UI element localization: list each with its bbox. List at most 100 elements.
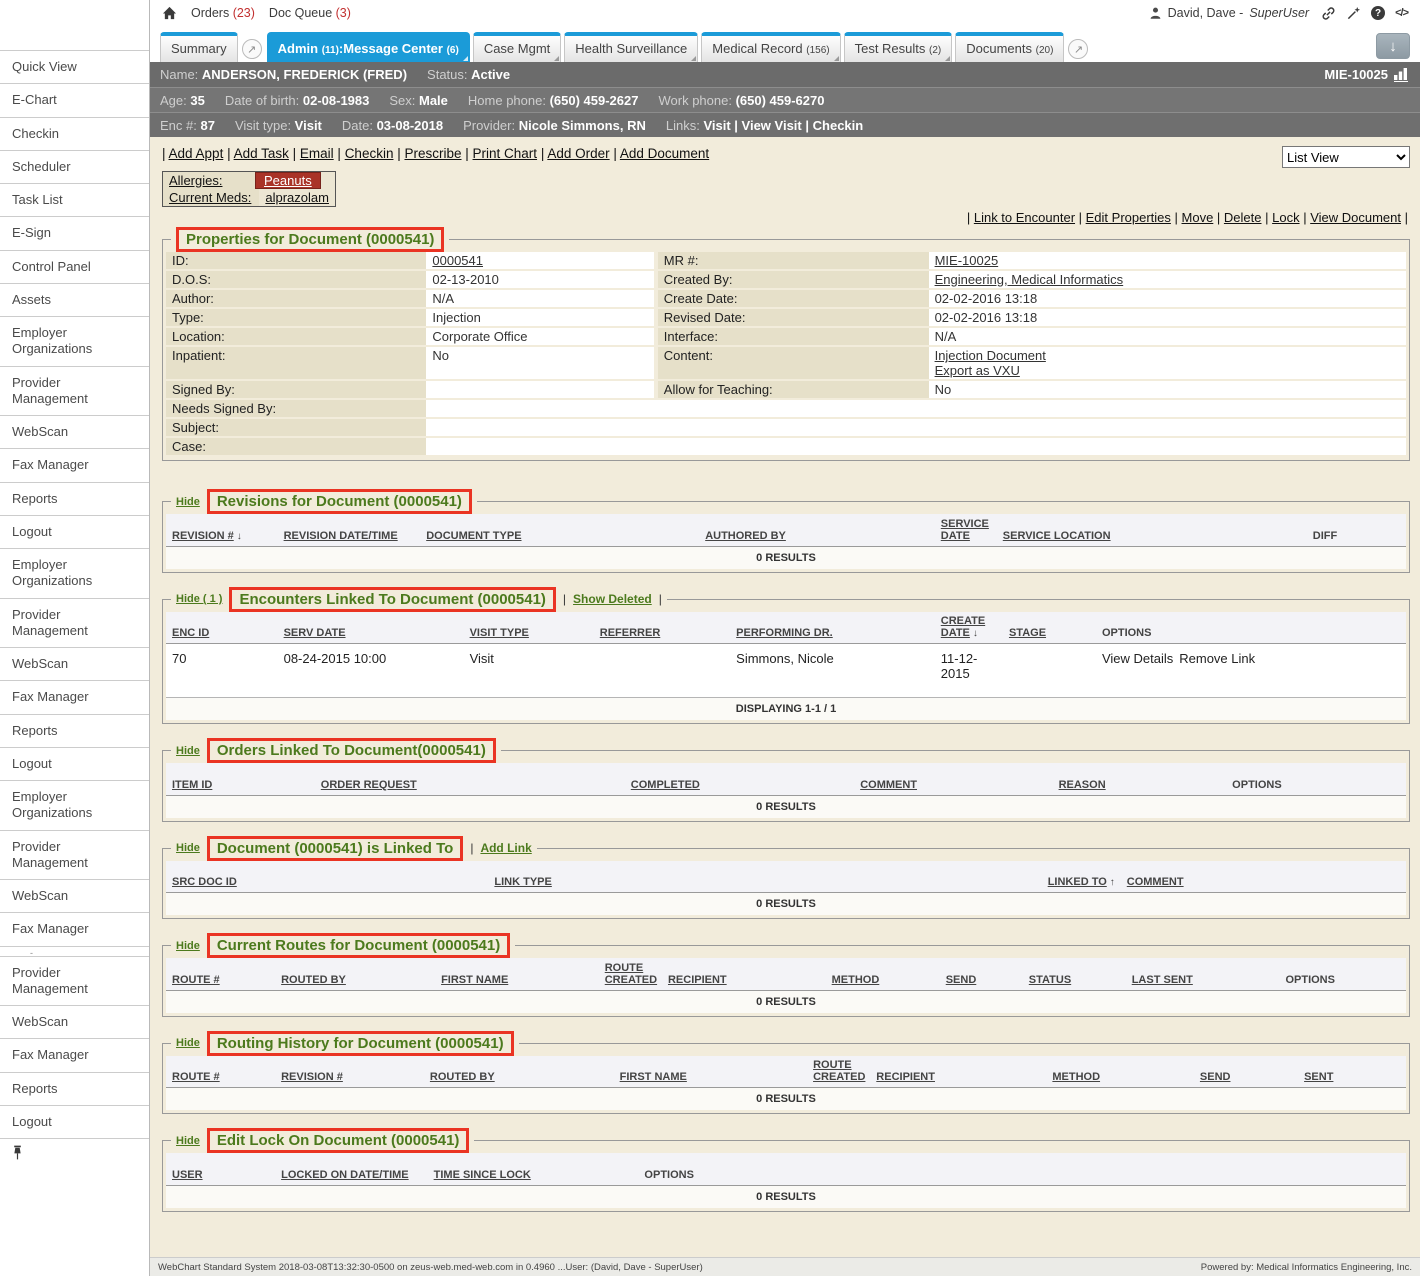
sidebar-item-scheduler[interactable]: Scheduler — [0, 150, 149, 183]
topbar-link-doc-queue[interactable]: Doc Queue (3) — [269, 6, 351, 20]
tab-expander-icon[interactable]: ↗ — [242, 39, 262, 59]
sidebar-item-assets[interactable]: Assets — [0, 283, 149, 316]
home-icon[interactable] — [162, 6, 177, 20]
column-header-method[interactable]: METHOD — [826, 958, 940, 990]
doc-link-move[interactable]: Move — [1182, 210, 1214, 225]
sidebar-item-webscan[interactable]: WebScan — [0, 879, 149, 912]
column-header-linked-to[interactable]: LINKED TO↑ — [774, 861, 1121, 893]
tab-expander-icon[interactable]: ↗ — [1068, 39, 1088, 59]
column-header-time-since-lock[interactable]: TIME SINCE LOCK — [428, 1153, 639, 1185]
sidebar-item-e-sign[interactable]: E-Sign — [0, 216, 149, 249]
column-header-route-created[interactable]: ROUTE CREATED — [599, 958, 662, 990]
action-link-email[interactable]: Email — [300, 146, 334, 161]
patient-link-checkin[interactable]: Checkin — [813, 118, 864, 133]
view-mode-select[interactable]: List View — [1282, 146, 1410, 168]
sidebar-item-fax-manager[interactable]: Fax Manager — [0, 680, 149, 713]
action-link-add-appt[interactable]: Add Appt — [169, 146, 224, 161]
column-header-recipient[interactable]: RECIPIENT — [870, 1056, 1046, 1088]
sidebar-item-fax-manager[interactable]: Fax Manager — [0, 1038, 149, 1071]
code-icon[interactable]: </> — [1395, 7, 1408, 19]
column-header-sent[interactable]: SENT — [1298, 1056, 1406, 1088]
doc-link-lock[interactable]: Lock — [1272, 210, 1299, 225]
sidebar-item-logout[interactable]: Logout — [0, 515, 149, 548]
hide-link[interactable]: Hide — [176, 842, 200, 854]
column-header-src-doc-id[interactable]: SRC DOC ID — [166, 861, 488, 893]
column-header-performing-dr[interactable]: PERFORMING DR. — [730, 612, 935, 644]
column-header-route-created[interactable]: ROUTE CREATED — [807, 1056, 870, 1088]
column-header-locked-on-date-time[interactable]: LOCKED ON DATE/TIME — [275, 1153, 428, 1185]
sidebar-item-logout[interactable]: Logout — [0, 747, 149, 780]
hide-link[interactable]: Hide — [176, 1037, 200, 1049]
action-link-prescribe[interactable]: Prescribe — [404, 146, 461, 161]
tab-admin-11-message-center-6[interactable]: Admin (11):Message Center (6) — [267, 32, 470, 62]
tab-documents-20[interactable]: Documents (20) — [955, 32, 1064, 62]
section-link-add-link[interactable]: Add Link — [480, 841, 531, 855]
cell-options[interactable]: View Details Remove Link — [1096, 644, 1406, 698]
column-header-routed-by[interactable]: ROUTED BY — [275, 958, 435, 990]
sidebar-item-provider-management[interactable]: Provider Management — [0, 598, 149, 648]
sidebar-item-provider-management[interactable]: Provider Management — [0, 830, 149, 880]
column-header-send[interactable]: SEND — [1194, 1056, 1298, 1088]
column-header-serv-date[interactable]: SERV DATE — [278, 612, 464, 644]
sidebar-item-reports[interactable]: Reports — [0, 1072, 149, 1105]
chart-icon[interactable] — [1394, 68, 1410, 82]
tab-test-results-2[interactable]: Test Results (2) — [844, 32, 953, 62]
column-header-service-date[interactable]: SERVICE DATE — [935, 514, 997, 546]
column-header-route[interactable]: ROUTE # — [166, 1056, 275, 1088]
doc-link-delete[interactable]: Delete — [1224, 210, 1262, 225]
sidebar-item-webscan[interactable]: WebScan — [0, 647, 149, 680]
doc-link-edit-properties[interactable]: Edit Properties — [1086, 210, 1171, 225]
patient-link-view-visit[interactable]: View Visit — [742, 118, 802, 133]
sidebar-item-provider-management[interactable]: Provider Management — [0, 956, 149, 1006]
hide-link[interactable]: Hide — [176, 940, 200, 952]
column-header-route[interactable]: ROUTE # — [166, 958, 275, 990]
sidebar-item-fax-manager[interactable]: Fax Manager — [0, 448, 149, 481]
sidebar-item-e-chart[interactable]: E-Chart — [0, 83, 149, 116]
sidebar-item-webscan[interactable]: WebScan — [0, 415, 149, 448]
link-icon[interactable] — [1321, 6, 1336, 21]
property-link-0000541[interactable]: 0000541 — [432, 253, 483, 268]
column-header-send[interactable]: SEND — [940, 958, 1023, 990]
action-link-add-document[interactable]: Add Document — [620, 146, 709, 161]
row-action-view-details[interactable]: View Details — [1102, 651, 1173, 666]
column-header-revision-date-time[interactable]: REVISION DATE/TIME — [278, 514, 421, 546]
sidebar-item-employer-organizations[interactable]: Employer Organizations — [0, 316, 149, 366]
column-header-visit-type[interactable]: VISIT TYPE — [464, 612, 594, 644]
column-header-comment[interactable]: COMMENT — [854, 763, 1052, 795]
sidebar-item-checkin[interactable]: Checkin — [0, 117, 149, 150]
sidebar-item-employer-organizations[interactable]: Employer Organizations — [0, 548, 149, 598]
tab-summary[interactable]: Summary — [160, 32, 238, 62]
hide-link[interactable]: Hide ( 1 ) — [176, 593, 222, 605]
allergy-label-link-allergies[interactable]: Allergies: — [169, 173, 222, 188]
topbar-link-orders[interactable]: Orders (23) — [191, 6, 255, 20]
column-header-item-id[interactable]: ITEM ID — [166, 763, 315, 795]
action-link-checkin[interactable]: Checkin — [345, 146, 394, 161]
column-header-service-location[interactable]: SERVICE LOCATION — [997, 514, 1307, 546]
column-header-completed[interactable]: COMPLETED — [625, 763, 854, 795]
column-header-link-type[interactable]: LINK TYPE — [488, 861, 773, 893]
section-link-show-deleted[interactable]: Show Deleted — [573, 592, 652, 606]
sidebar-item-webscan[interactable]: WebScan — [0, 1005, 149, 1038]
column-header-recipient[interactable]: RECIPIENT — [662, 958, 826, 990]
column-header-document-type[interactable]: DOCUMENT TYPE — [420, 514, 699, 546]
property-link-engineering-medical-informatics[interactable]: Engineering, Medical Informatics — [935, 272, 1124, 287]
hide-link[interactable]: Hide — [176, 496, 200, 508]
tab-medical-record-156[interactable]: Medical Record (156) — [701, 32, 840, 62]
help-icon[interactable]: ? — [1371, 6, 1385, 20]
column-header-comment[interactable]: COMMENT — [1121, 861, 1406, 893]
sidebar-item-provider-management[interactable]: Provider Management — [0, 366, 149, 416]
column-header-status[interactable]: STATUS — [1023, 958, 1126, 990]
sidebar-item-quick-view[interactable]: Quick View — [0, 50, 149, 83]
sidebar-item-reports[interactable]: Reports — [0, 714, 149, 747]
tab-health-surveillance[interactable]: Health Surveillance — [564, 32, 698, 62]
patient-link-visit[interactable]: Visit — [703, 118, 730, 133]
sidebar-item-task-list[interactable]: Task List — [0, 183, 149, 216]
doc-link-view-document[interactable]: View Document — [1310, 210, 1401, 225]
hide-link[interactable]: Hide — [176, 745, 200, 757]
row-action-remove-link[interactable]: Remove Link — [1179, 651, 1255, 666]
column-header-reason[interactable]: REASON — [1053, 763, 1227, 795]
column-header-first-name[interactable]: FIRST NAME — [435, 958, 599, 990]
property-link-mie-10025[interactable]: MIE-10025 — [935, 253, 999, 268]
column-header-enc-id[interactable]: ENC ID — [166, 612, 278, 644]
column-header-first-name[interactable]: FIRST NAME — [614, 1056, 807, 1088]
